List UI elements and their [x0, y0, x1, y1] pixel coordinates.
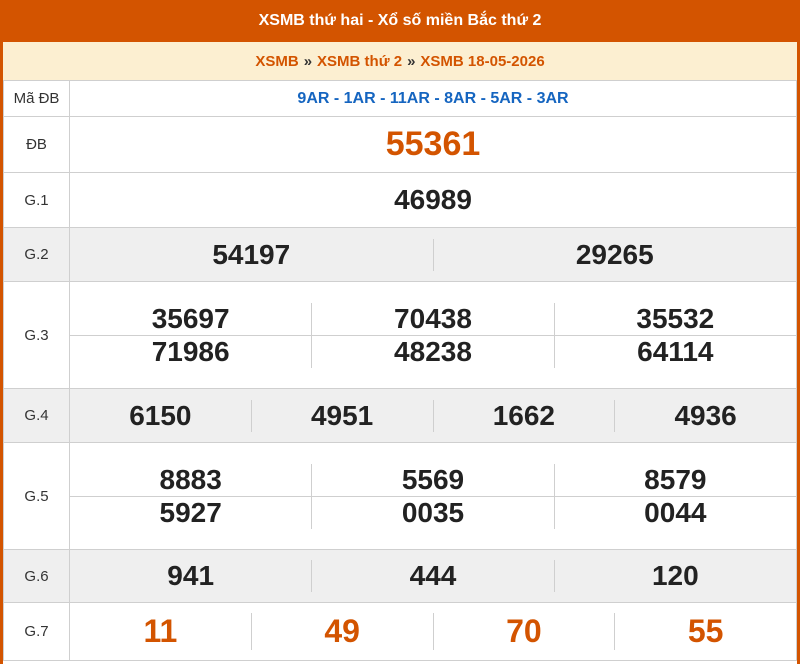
label-g3: G.3 [3, 281, 70, 389]
breadcrumb: XSMB » XSMB thứ 2 » XSMB 18-05-2026 [3, 42, 797, 80]
prize-7-number: 70 [432, 613, 615, 650]
prize-3-number: 64114 [553, 335, 796, 368]
page-title: XSMB thứ hai - Xổ số miền Bắc thứ 2 [3, 0, 797, 42]
prize-3-number: 70438 [311, 302, 553, 335]
prize-7-number: 11 [143, 613, 178, 649]
prize-2-number: 29265 [432, 238, 797, 271]
prize-2-number: 54197 [212, 238, 291, 270]
prize-4-number: 4951 [250, 399, 433, 432]
prize-4-number: 4936 [614, 399, 796, 432]
prize-4-number: 6150 [129, 399, 192, 431]
prize-6-number: 444 [311, 560, 553, 592]
row-g7: G.7 11 49 70 55 [3, 602, 797, 661]
prize-7-number: 49 [250, 613, 433, 650]
label-g6: G.6 [3, 549, 70, 603]
row-g5: G.5 8883 5569 8579 5927 0035 0044 [3, 442, 797, 550]
prize-5-number: 0035 [311, 496, 553, 529]
breadcrumb-separator: » [303, 52, 313, 70]
breadcrumb-separator: » [407, 52, 416, 70]
row-db: ĐB 55361 [3, 116, 797, 173]
prize-3-number: 71986 [151, 335, 230, 367]
special-codes: 9AR - 1AR - 11AR - 8AR - 5AR - 3AR [69, 80, 797, 117]
row-g2: G.2 54197 29265 [3, 227, 797, 282]
prize-5-number: 5927 [159, 496, 222, 528]
label-ma-db: Mã ĐB [3, 80, 70, 117]
row-g1: G.1 46989 [3, 172, 797, 228]
label-g1: G.1 [3, 172, 70, 228]
prize-5-number: 8883 [159, 463, 222, 495]
label-db: ĐB [3, 116, 70, 173]
row-ma-db: Mã ĐB 9AR - 1AR - 11AR - 8AR - 5AR - 3AR [3, 80, 797, 117]
row-g3: G.3 35697 70438 35532 71986 48238 64114 [3, 281, 797, 389]
prize-6-number: 120 [553, 560, 796, 592]
row-g6: G.6 941 444 120 [3, 549, 797, 603]
row-g4: G.4 6150 4951 1662 4936 [3, 388, 797, 443]
prize-3-number: 35532 [553, 302, 796, 335]
prize-1-number: 46989 [394, 184, 472, 215]
prize-5-number: 5569 [311, 463, 553, 496]
breadcrumb-xsmb[interactable]: XSMB [255, 53, 298, 70]
prize-6-number: 941 [167, 560, 215, 591]
prize-3-number: 48238 [311, 335, 553, 368]
special-prize-number: 55361 [385, 125, 481, 163]
prize-7-number: 55 [614, 613, 796, 650]
breadcrumb-xsmb-thu-2[interactable]: XSMB thứ 2 [317, 53, 402, 70]
label-g2: G.2 [3, 227, 70, 282]
label-g4: G.4 [3, 388, 70, 443]
breadcrumb-xsmb-date[interactable]: XSMB 18-05-2026 [420, 53, 544, 70]
results-table: Mã ĐB 9AR - 1AR - 11AR - 8AR - 5AR - 3AR… [3, 80, 797, 661]
prize-4-number: 1662 [432, 399, 615, 432]
label-g7: G.7 [3, 602, 70, 661]
prize-3-number: 35697 [151, 302, 230, 334]
prize-5-number: 8579 [553, 463, 796, 496]
results-panel: XSMB thứ hai - Xổ số miền Bắc thứ 2 XSMB… [0, 0, 800, 664]
prize-5-number: 0044 [553, 496, 796, 529]
label-g5: G.5 [3, 442, 70, 550]
